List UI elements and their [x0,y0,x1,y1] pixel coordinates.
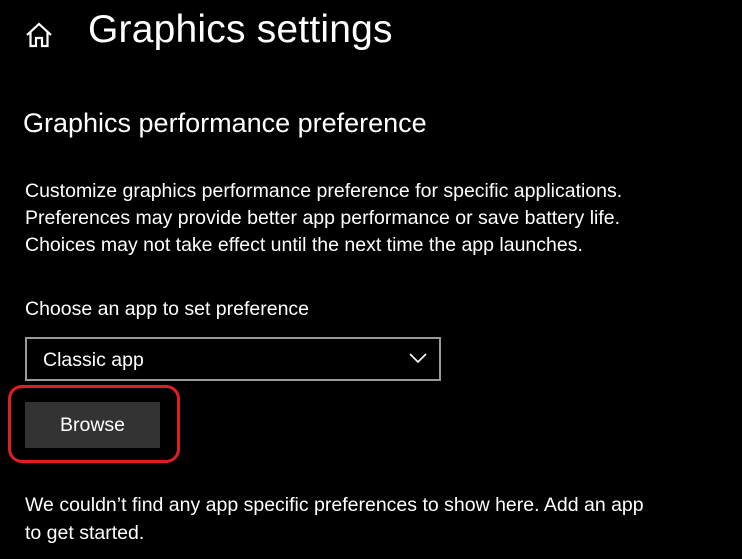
browse-button-label: Browse [59,413,126,436]
empty-state-line: We couldn’t find any app specific prefer… [25,494,644,516]
empty-state-line: to get started. [25,522,145,544]
page-header: Graphics settings [0,0,742,70]
app-picker-label: Choose an app to set preference [25,298,310,320]
chevron-down-icon [409,353,427,364]
dropdown-selected-value: Classic app [43,349,144,371]
description-line: Customize graphics performance preferenc… [25,180,623,202]
browse-button[interactable]: Browse [25,402,160,448]
app-type-dropdown[interactable]: Classic app [25,337,441,381]
empty-state-message: We couldn’t find any app specific prefer… [25,491,725,547]
section-description: Customize graphics performance preferenc… [25,178,725,259]
description-line: Preferences may provide better app perfo… [25,207,621,229]
home-button[interactable] [22,19,56,51]
description-line: Choices may not take effect until the ne… [25,234,583,256]
home-icon [26,22,52,48]
page-title: Graphics settings [88,8,393,51]
section-title: Graphics performance preference [23,108,427,138]
